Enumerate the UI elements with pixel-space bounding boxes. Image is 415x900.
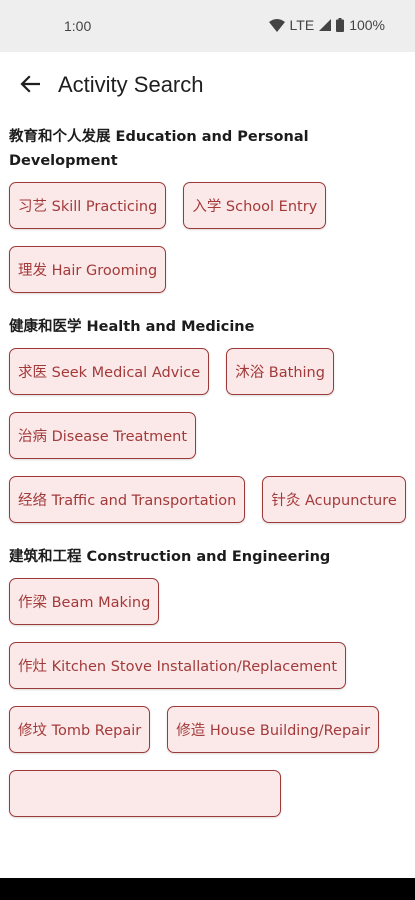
- back-button[interactable]: [12, 66, 48, 102]
- status-time: 1:00: [64, 18, 92, 34]
- activity-chip[interactable]: 经络 Traffic and Transportation: [9, 476, 246, 523]
- battery-percent: 100%: [349, 17, 385, 33]
- navigation-bar: [0, 878, 415, 900]
- activity-chip[interactable]: 沐浴 Bathing: [226, 348, 334, 395]
- activity-chip[interactable]: 求医 Seek Medical Advice: [9, 348, 210, 395]
- activity-chip[interactable]: 作梁 Beam Making: [9, 578, 160, 625]
- chip-group: 求医 Seek Medical Advice 沐浴 Bathing 治病 Dis…: [9, 348, 415, 523]
- chip-group: 习艺 Skill Practicing 入学 School Entry 理发 H…: [9, 182, 415, 293]
- activity-chip[interactable]: 修造 House Building/Repair: [167, 706, 380, 753]
- activity-chip[interactable]: 针灸 Acupuncture: [262, 476, 406, 523]
- app-bar: Activity Search: [0, 52, 415, 120]
- activity-chip[interactable]: 理发 Hair Grooming: [9, 246, 167, 293]
- activity-chip[interactable]: [9, 770, 281, 817]
- network-label: LTE: [289, 17, 315, 33]
- arrow-back-icon: [20, 75, 40, 93]
- activity-chip[interactable]: 入学 School Entry: [183, 182, 327, 229]
- section-title: 健康和医学 Health and Medicine: [9, 319, 255, 335]
- section-education: 教育和个人发展 Education and Personal Developme…: [9, 125, 415, 293]
- chip-group: 作梁 Beam Making 作灶 Kitchen Stove Installa…: [9, 578, 415, 817]
- signal-icon: [319, 19, 332, 31]
- wifi-icon: [268, 18, 285, 32]
- activity-list[interactable]: 教育和个人发展 Education and Personal Developme…: [0, 120, 415, 878]
- page-title: Activity Search: [58, 72, 204, 97]
- section-title: 教育和个人发展 Education and Personal Developme…: [9, 129, 309, 169]
- battery-icon: [336, 18, 345, 32]
- activity-chip[interactable]: 修坟 Tomb Repair: [9, 706, 151, 753]
- activity-chip[interactable]: 习艺 Skill Practicing: [9, 182, 167, 229]
- section-construction: 建筑和工程 Construction and Engineering 作梁 Be…: [9, 545, 415, 817]
- activity-chip[interactable]: 治病 Disease Treatment: [9, 412, 197, 459]
- status-icons: LTE 100%: [268, 17, 385, 33]
- section-title: 建筑和工程 Construction and Engineering: [9, 549, 331, 565]
- status-bar: 1:00 LTE 100%: [0, 0, 415, 52]
- activity-chip[interactable]: 作灶 Kitchen Stove Installation/Replacemen…: [9, 642, 347, 689]
- section-health: 健康和医学 Health and Medicine 求医 Seek Medica…: [9, 315, 415, 523]
